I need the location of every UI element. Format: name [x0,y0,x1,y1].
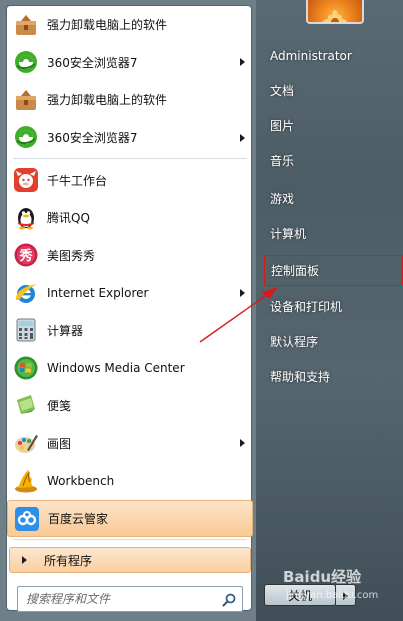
user-name-link[interactable]: Administrator [264,42,396,70]
arrow-right-icon [22,556,27,564]
right-menu-label: 游戏 [270,191,295,206]
right-menu-music[interactable]: 音乐 [264,146,396,174]
right-menu-help-support[interactable]: 帮助和支持 [264,362,396,390]
program-label: 美图秀秀 [47,248,96,263]
program-item-360-browser[interactable]: 360安全浏览器7 [7,119,253,157]
user-avatar[interactable] [306,0,364,24]
program-label: 360安全浏览器7 [47,55,138,70]
program-item-uninstaller[interactable]: 强力卸载电脑上的软件 [7,6,253,44]
program-item-calculator[interactable]: 计算器 [7,312,253,350]
watermark-logo: Baidu经验 [283,568,362,586]
list-separator [13,158,247,160]
program-item-sticky-notes[interactable]: 便笺 [7,387,253,425]
program-list-panel: 强力卸载电脑上的软件 360安全浏览器7 强力卸载电脑上的软件 360安全浏览器… [6,5,253,612]
uninstall-box-icon [10,85,41,114]
all-programs-button[interactable]: 所有程序 [9,547,251,573]
watermark-url: jingyan.baidu.com [286,590,379,601]
meitu-icon: 秀 [10,241,41,270]
program-label: 360安全浏览器7 [47,131,138,146]
right-menu-label: Administrator [270,49,352,63]
right-menu-label: 默认程序 [270,334,319,349]
program-label: 画图 [47,436,72,451]
program-item-workbench[interactable]: Workbench [7,462,253,500]
program-item-qianniu[interactable]: 千牛工作台 [7,161,253,199]
program-item-meitu[interactable]: 秀 美图秀秀 [7,237,253,275]
qq-penguin-icon [10,203,41,232]
search-input[interactable] [26,590,212,608]
search-icon[interactable] [222,592,236,607]
program-label: 腾讯QQ [47,211,90,226]
svg-text:秀: 秀 [18,248,33,264]
all-programs-label: 所有程序 [44,553,93,568]
360-browser-icon [10,123,41,152]
calculator-icon [10,316,41,345]
program-label: 便笺 [47,399,72,414]
right-menu-computer[interactable]: 计算机 [264,219,396,247]
program-label: Windows Media Center [47,361,185,376]
program-item-qq[interactable]: 腾讯QQ [7,199,253,237]
qianniu-icon [10,165,41,194]
right-menu-label: 文档 [270,83,295,98]
start-menu-left-pane: 强力卸载电脑上的软件 360安全浏览器7 强力卸载电脑上的软件 360安全浏览器… [0,0,256,621]
program-label: Workbench [47,473,115,488]
right-menu-label: 帮助和支持 [270,369,331,384]
search-box[interactable] [17,586,243,612]
right-menu-devices-printers[interactable]: 设备和打印机 [264,292,396,320]
baidu-cloud-icon [11,505,42,534]
program-label: 强力卸载电脑上的软件 [47,18,168,33]
right-menu-label: 控制面板 [271,264,320,278]
right-menu-label: 图片 [270,118,295,133]
internet-explorer-icon [10,278,41,307]
program-label: Internet Explorer [47,285,149,300]
right-menu-default-programs[interactable]: 默认程序 [264,327,396,355]
360-browser-icon [10,48,41,77]
right-menu-label: 设备和打印机 [270,299,343,314]
right-menu-label: 音乐 [270,153,295,168]
program-label: 强力卸载电脑上的软件 [47,93,168,108]
windows-media-center-icon [10,353,41,382]
workbench-icon [10,466,41,495]
program-label: 计算器 [47,324,84,339]
right-menu-documents[interactable]: 文档 [264,76,396,104]
right-menu-pictures[interactable]: 图片 [264,111,396,139]
submenu-arrow-icon[interactable] [240,58,245,67]
program-item-360-browser[interactable]: 360安全浏览器7 [7,44,253,82]
list-separator [13,539,247,541]
sticky-notes-icon [10,391,41,420]
program-list: 强力卸载电脑上的软件 360安全浏览器7 强力卸载电脑上的软件 360安全浏览器… [7,6,253,542]
program-item-windows-media-center[interactable]: Windows Media Center [7,349,253,387]
right-menu-control-panel[interactable]: 控制面板 [264,255,403,286]
submenu-arrow-icon[interactable] [240,133,245,142]
program-item-paint[interactable]: 画图 [7,425,253,463]
program-label: 百度云管家 [48,512,109,527]
uninstall-box-icon [10,10,41,39]
right-menu-label: 计算机 [270,226,307,241]
submenu-arrow-icon[interactable] [240,439,245,448]
paint-icon [10,429,41,458]
program-item-baidu-cloud[interactable]: 百度云管家 [7,499,253,538]
submenu-arrow-icon[interactable] [240,288,245,297]
program-item-internet-explorer[interactable]: Internet Explorer [7,274,253,312]
right-menu-games[interactable]: 游戏 [264,184,396,212]
program-label: 千牛工作台 [47,173,108,188]
flower-icon [323,10,347,22]
program-item-uninstaller[interactable]: 强力卸载电脑上的软件 [7,81,253,119]
